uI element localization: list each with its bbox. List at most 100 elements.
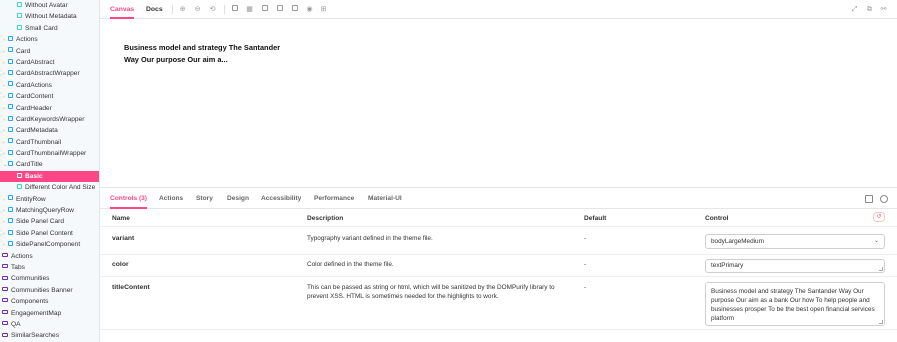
close-panel-icon[interactable] [880, 195, 888, 203]
sidebar-item-label: Actions [16, 36, 38, 44]
reset-controls-icon[interactable]: ↺ [873, 212, 885, 222]
sidebar-item-label: Side Panel Content [16, 229, 73, 237]
tab-design[interactable]: Design [227, 188, 249, 209]
viewport-icon[interactable] [260, 5, 269, 14]
sidebar-item-label: Actions [11, 252, 33, 260]
preview-canvas: Business model and strategy The Santande… [100, 19, 897, 187]
panel-orientation-icon[interactable] [865, 195, 873, 203]
addon-tabs: Controls (3) Actions Story Design Access… [100, 188, 897, 209]
sidebar-component-actions[interactable]: › Actions [0, 34, 99, 45]
table-row: color Color defined in the theme file. -… [100, 255, 897, 277]
resize-handle-icon[interactable] [879, 320, 883, 324]
component-icon [8, 35, 13, 41]
sidebar-item-label: CardMetadata [16, 127, 58, 135]
tab-story[interactable]: Story [196, 188, 213, 209]
sidebar-component-matchingqueryrow[interactable]: › MatchingQueryRow [0, 205, 99, 216]
sidebar-item-label: Communities Banner [11, 286, 73, 294]
addons-panel: Controls (3) Actions Story Design Access… [100, 187, 897, 342]
color-input[interactable]: textPrimary [705, 259, 885, 273]
sidebar-item-label: EntityRow [16, 195, 46, 203]
sidebar-item-label: SimilarSearches [11, 332, 60, 340]
open-new-tab-icon[interactable]: ⧉ [865, 5, 874, 14]
sidebar-component-cardcontent[interactable]: › CardContent [0, 91, 99, 102]
sidebar-folder-communities[interactable]: Communities [0, 273, 99, 284]
fullscreen-icon[interactable]: ⤢ [850, 5, 859, 14]
outline-icon[interactable] [290, 5, 299, 14]
component-icon [8, 47, 13, 53]
sidebar-folder-engagementmap[interactable]: EngagementMap [0, 308, 99, 319]
sidebar-item-label: QA [11, 320, 21, 328]
component-icon [8, 229, 13, 235]
zoom-reset-icon[interactable]: ⟲ [208, 5, 217, 14]
zoom-in-icon[interactable]: ⊕ [178, 5, 187, 14]
measure-icon[interactable]: ◉ [305, 5, 314, 14]
story-icon [17, 24, 22, 30]
prop-name: titleContent [112, 284, 150, 291]
toolbar-divider [224, 5, 225, 14]
sidebar-item-label: Without Avatar [25, 2, 68, 9]
prop-description: This can be passed as string or html, wh… [307, 284, 555, 300]
prop-name: variant [112, 235, 135, 242]
component-icon [8, 218, 13, 224]
prop-name: color [112, 261, 129, 268]
component-icon [8, 70, 13, 76]
title-content-textarea[interactable]: Business model and strategy The Santande… [705, 282, 885, 326]
sidebar-item-label: Side Panel Card [16, 218, 65, 226]
sidebar-story-without-avatar[interactable]: Without Avatar [0, 0, 99, 11]
sidebar-folder-communities-banner[interactable]: Communities Banner [0, 285, 99, 296]
sidebar-story-basic[interactable]: Basic [0, 170, 99, 183]
grid-lines-icon[interactable]: ⊞ [319, 5, 328, 14]
sidebar-item-label: Basic [25, 172, 43, 180]
tab-accessibility[interactable]: Accessibility [261, 188, 301, 209]
sidebar-folder-tabs[interactable]: Tabs [0, 262, 99, 273]
sidebar-item-label: CardActions [16, 81, 52, 89]
layout-icon[interactable] [275, 5, 284, 14]
variant-select[interactable]: bodyLargeMedium ⌄ [705, 234, 885, 249]
component-icon [8, 149, 13, 155]
grid-icon[interactable]: ▦ [245, 5, 254, 14]
component-icon [8, 58, 13, 64]
sidebar-component-cardabstractwrapper[interactable]: › CardAbstractWrapper [0, 68, 99, 79]
sidebar-component-cardkeywordswrapper[interactable]: › CardKeywordsWrapper [0, 114, 99, 125]
sidebar-folder-components[interactable]: Components [0, 296, 99, 307]
sidebar-component-cardthumbnail[interactable]: › CardThumbnail [0, 137, 99, 148]
sidebar-component-side-panel-card[interactable]: › Side Panel Card [0, 216, 99, 227]
sidebar-component-cardmetadata[interactable]: › CardMetadata [0, 125, 99, 136]
tab-material-ui[interactable]: Material-UI [368, 188, 402, 209]
tab-controls[interactable]: Controls (3) [110, 188, 147, 209]
folder-icon [2, 321, 8, 326]
table-row: variant Typography variant defined in th… [100, 228, 897, 255]
folder-icon [2, 287, 8, 292]
sidebar-component-entityrow[interactable]: › EntityRow [0, 194, 99, 205]
chevron-down-icon: ⌄ [873, 238, 879, 244]
background-icon[interactable] [230, 5, 239, 14]
sidebar-folder-actions[interactable]: Actions [0, 251, 99, 262]
tab-docs[interactable]: Docs [146, 0, 163, 19]
tab-performance[interactable]: Performance [314, 188, 354, 209]
component-icon [8, 206, 13, 212]
sidebar-story-different-color-and-size[interactable]: Different Color And Size [0, 182, 99, 193]
folder-icon [2, 332, 8, 337]
sidebar-item-label: CardAbstractWrapper [16, 70, 80, 78]
sidebar-item-label: SidePanelComponent [16, 241, 81, 249]
sidebar-folder-qa[interactable]: QA [0, 319, 99, 330]
sidebar-folder-similarsearches[interactable]: SimilarSearches [0, 330, 99, 341]
sidebar-story-small-card[interactable]: Small Card [0, 23, 99, 34]
sidebar-component-side-panel-content[interactable]: › Side Panel Content [0, 228, 99, 239]
story-icon [17, 172, 22, 178]
tab-canvas[interactable]: Canvas [110, 0, 135, 19]
sidebar-component-cardactions[interactable]: › CardActions [0, 80, 99, 91]
tab-actions[interactable]: Actions [159, 188, 183, 209]
zoom-out-icon[interactable]: ⊖ [193, 5, 202, 14]
sidebar-component-cardabstract[interactable]: › CardAbstract [0, 57, 99, 68]
sidebar-component-cardtitle[interactable]: ⌄ CardTitle [0, 159, 99, 170]
sidebar-story-without-metadata[interactable]: Without Metadata [0, 11, 99, 22]
sidebar-component-sidepanelcomponent[interactable]: › SidePanelComponent [0, 239, 99, 250]
sidebar-item-label: CardHeader [16, 104, 52, 112]
sidebar-component-card[interactable]: › Card [0, 46, 99, 57]
copy-link-icon[interactable]: ⚯ [879, 5, 888, 14]
sidebar-component-cardheader[interactable]: › CardHeader [0, 103, 99, 114]
resize-handle-icon[interactable] [879, 267, 883, 271]
sidebar-component-cardthumbnailwrapper[interactable]: › CardThumbnailWrapper [0, 148, 99, 159]
preview-toolbar: Canvas Docs ⊕ ⊖ ⟲ ▦ ◉ ⊞ ⤢ ⧉ ⚯ [100, 0, 897, 19]
